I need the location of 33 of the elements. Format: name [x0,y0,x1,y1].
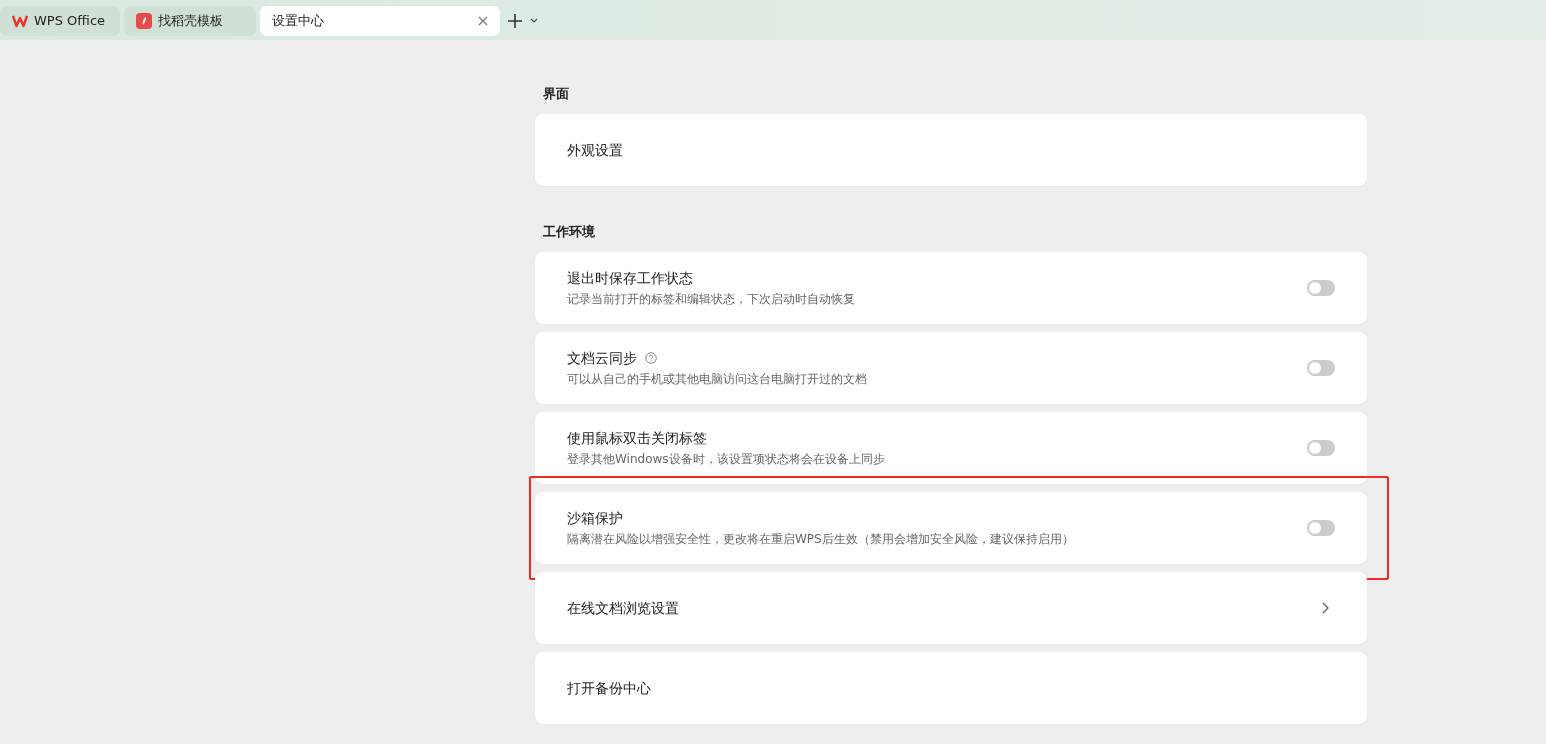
settings-card[interactable]: 外观设置 [535,114,1367,186]
toggle-switch[interactable] [1307,520,1335,536]
chevron-down-icon[interactable] [530,18,538,24]
toggle-switch[interactable] [1307,360,1335,376]
settings-card[interactable]: 打开备份中心 [535,652,1367,724]
plus-icon[interactable] [508,14,522,28]
setting-description: 登录其他Windows设备时，该设置项状态将会在设备上同步 [567,451,886,468]
toggle-switch[interactable] [1307,440,1335,456]
setting-description: 可以从自己的手机或其他电脑访问这台电脑打开过的文档 [567,371,868,388]
tab[interactable]: 设置中心 [260,6,500,36]
setting-title: 使用鼠标双击关闭标签 [567,429,707,448]
setting-description: 隔离潜在风险以增强安全性，更改将在重启WPS后生效（禁用会增加安全风险，建议保持启用） [567,531,1075,548]
docer-logo-icon [136,13,152,29]
wps-logo-icon [12,14,28,28]
help-icon[interactable] [645,352,657,364]
chevron-right-icon [1322,602,1329,614]
tab[interactable]: WPS Office [0,6,120,36]
tab-label: 找稻壳模板 [158,12,224,31]
section-heading: 界面 [543,85,570,103]
setting-description: 记录当前打开的标签和编辑状态，下次启动时自动恢复 [567,291,856,308]
tab-label: WPS Office [34,12,107,31]
section-heading: 工作环境 [543,223,596,241]
setting-title: 退出时保存工作状态 [567,269,693,288]
toggle-switch[interactable] [1307,280,1335,296]
setting-title: 沙箱保护 [567,509,623,528]
tab[interactable]: 找稻壳模板 [124,6,256,36]
setting-title: 在线文档浏览设置 [567,599,679,618]
setting-title: 文档云同步 [567,349,637,368]
setting-title: 打开备份中心 [567,679,651,698]
close-icon[interactable] [478,16,488,26]
tab-label: 设置中心 [272,12,325,31]
settings-card[interactable]: 在线文档浏览设置 [535,572,1367,644]
setting-title: 外观设置 [567,141,623,160]
